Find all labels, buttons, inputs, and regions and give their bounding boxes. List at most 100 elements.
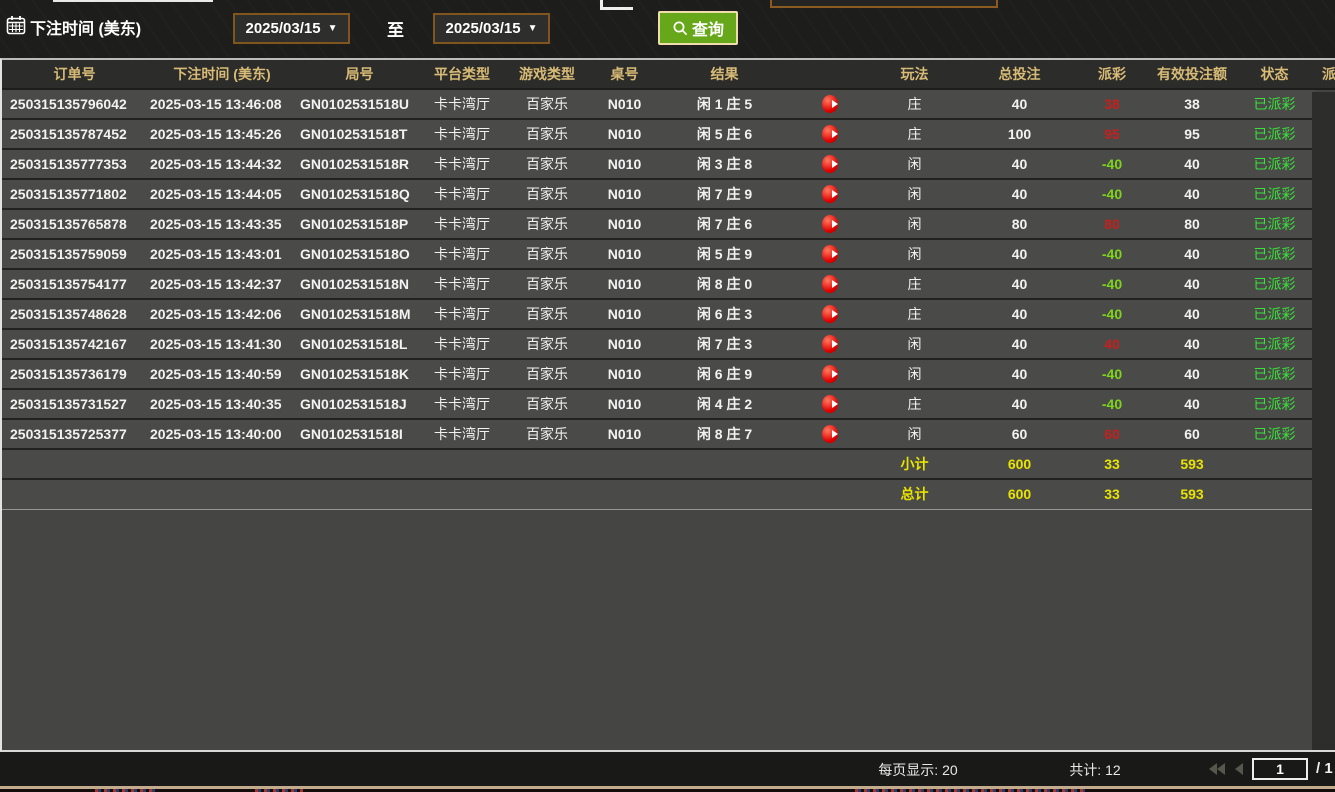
video-play-icon[interactable] — [822, 125, 838, 143]
total-count-label: 共计: 12 — [1040, 760, 1150, 780]
video-play-icon[interactable] — [822, 185, 838, 203]
cell-time: 2025-03-15 13:40:35 — [147, 390, 297, 418]
video-play-icon[interactable] — [822, 155, 838, 173]
cell-video — [792, 270, 867, 298]
cell-table_no: N010 — [592, 240, 657, 268]
video-play-icon[interactable] — [822, 95, 838, 113]
search-button[interactable]: 查询 — [658, 11, 738, 45]
cell-round: GN0102531518T — [297, 120, 422, 148]
video-play-icon[interactable] — [822, 335, 838, 353]
cell-video — [792, 330, 867, 358]
cell-table_no: N010 — [592, 360, 657, 388]
cell-valid_bet: 40 — [1147, 330, 1237, 358]
cell-game: 百家乐 — [502, 240, 592, 268]
cell-video — [792, 240, 867, 268]
cell-total_bet: 40 — [962, 270, 1077, 298]
cell-order: 250315135748628 — [2, 300, 147, 328]
cell-result: 闲 7 庄 3 — [657, 330, 792, 358]
page-total-label: / 1 — [1316, 760, 1333, 777]
cell-total_bet: 40 — [962, 360, 1077, 388]
date-to-select[interactable]: 2025/03/15 ▼ — [433, 13, 550, 44]
cell-result: 闲 3 庄 8 — [657, 150, 792, 178]
cell-table_no: N010 — [592, 390, 657, 418]
cell-payout: -40 — [1077, 360, 1147, 388]
video-play-icon[interactable] — [822, 275, 838, 293]
cell-time: 2025-03-15 13:43:01 — [147, 240, 297, 268]
table-body-rows: 2503151357960422025-03-15 13:46:08GN0102… — [2, 90, 1335, 450]
video-play-icon[interactable] — [822, 365, 838, 383]
scrollbar-track[interactable] — [1312, 92, 1335, 750]
cell-platform: 卡卡湾厅 — [422, 90, 502, 118]
cell-time: 2025-03-15 13:45:26 — [147, 120, 297, 148]
column-header-3: 平台类型 — [422, 60, 502, 88]
cell-order: 250315135787452 — [2, 120, 147, 148]
cell-order: 250315135736179 — [2, 360, 147, 388]
bet-records-table: 订单号下注时间 (美东)局号平台类型游戏类型桌号结果玩法总投注派彩有效投注额状态… — [0, 58, 1335, 752]
cell-total_bet: 40 — [962, 300, 1077, 328]
cell-video — [792, 90, 867, 118]
cell-round: GN0102531518O — [297, 240, 422, 268]
video-play-icon[interactable] — [822, 425, 838, 443]
cell-result: 闲 5 庄 6 — [657, 120, 792, 148]
cell-valid_bet: 40 — [1147, 270, 1237, 298]
cell-time: 2025-03-15 13:44:32 — [147, 150, 297, 178]
cell-platform: 卡卡湾厅 — [422, 390, 502, 418]
cell-video — [792, 300, 867, 328]
prev-page-button[interactable] — [1234, 762, 1244, 776]
column-header-13: 派彩时间 — [1312, 60, 1335, 88]
video-play-icon[interactable] — [822, 245, 838, 263]
cell-table_no: N010 — [592, 210, 657, 238]
column-header-2: 局号 — [297, 60, 422, 88]
cell-round: GN0102531518U — [297, 90, 422, 118]
column-header-12: 状态 — [1237, 60, 1312, 88]
grand-total-payout: 33 — [1077, 480, 1147, 509]
cell-game: 百家乐 — [502, 360, 592, 388]
cell-order: 250315135796042 — [2, 90, 147, 118]
cell-game: 百家乐 — [502, 330, 592, 358]
table-row: 2503151357421672025-03-15 13:41:30GN0102… — [2, 330, 1314, 360]
cell-play: 闲 — [867, 330, 962, 358]
cell-round: GN0102531518P — [297, 210, 422, 238]
cell-order: 250315135777353 — [2, 150, 147, 178]
cell-platform: 卡卡湾厅 — [422, 150, 502, 178]
cell-payout: 80 — [1077, 210, 1147, 238]
cell-payout: -40 — [1077, 300, 1147, 328]
video-play-icon[interactable] — [822, 215, 838, 233]
cell-result: 闲 8 庄 7 — [657, 420, 792, 448]
cell-game: 百家乐 — [502, 420, 592, 448]
cell-play: 庄 — [867, 120, 962, 148]
cell-payout: -40 — [1077, 270, 1147, 298]
cell-payout: -40 — [1077, 150, 1147, 178]
cell-status: 已派彩 — [1237, 180, 1312, 208]
cell-round: GN0102531518M — [297, 300, 422, 328]
cell-round: GN0102531518L — [297, 330, 422, 358]
cell-time: 2025-03-15 13:41:30 — [147, 330, 297, 358]
cell-video — [792, 150, 867, 178]
table-row: 2503151357960422025-03-15 13:46:08GN0102… — [2, 90, 1314, 120]
first-page-button[interactable] — [1208, 762, 1226, 776]
cell-game: 百家乐 — [502, 180, 592, 208]
column-header-1: 下注时间 (美东) — [147, 60, 297, 88]
subtotal-row: 小计 600 33 593 — [2, 450, 1314, 480]
cell-video — [792, 210, 867, 238]
cell-table_no: N010 — [592, 420, 657, 448]
cell-platform: 卡卡湾厅 — [422, 210, 502, 238]
cell-game: 百家乐 — [502, 390, 592, 418]
cell-table_no: N010 — [592, 330, 657, 358]
column-header-7 — [792, 60, 867, 88]
cell-total_bet: 60 — [962, 420, 1077, 448]
table-body: 2503151357960422025-03-15 13:46:08GN0102… — [2, 90, 1335, 750]
table-row: 2503151357361792025-03-15 13:40:59GN0102… — [2, 360, 1314, 390]
page-number-input[interactable] — [1252, 758, 1308, 780]
pagination-footer: 每页显示: 20 共计: 12 / 1 — [0, 752, 1335, 786]
cell-play: 闲 — [867, 210, 962, 238]
per-page-label: 每页显示: 20 — [838, 760, 998, 780]
table-row: 2503151357718022025-03-15 13:44:05GN0102… — [2, 180, 1314, 210]
date-from-select[interactable]: 2025/03/15 ▼ — [233, 13, 350, 44]
video-play-icon[interactable] — [822, 395, 838, 413]
video-play-icon[interactable] — [822, 305, 838, 323]
cell-platform: 卡卡湾厅 — [422, 420, 502, 448]
cell-time: 2025-03-15 13:46:08 — [147, 90, 297, 118]
search-button-label: 查询 — [692, 16, 724, 40]
table-row: 2503151357541772025-03-15 13:42:37GN0102… — [2, 270, 1314, 300]
